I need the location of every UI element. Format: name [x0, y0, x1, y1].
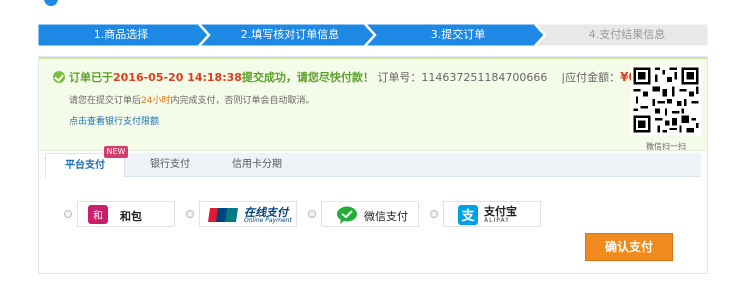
qr-caption: 微信扫一扫	[646, 142, 686, 151]
notice-post: 内完成支付，否则订单会自动取消。	[170, 96, 315, 106]
radio-hebao[interactable]	[64, 210, 72, 218]
radio-alipay[interactable]	[430, 210, 438, 218]
wechat-pay-icon	[337, 206, 357, 224]
hebao-icon: 和	[88, 205, 108, 224]
step-3: 3.提交订单	[430, 28, 486, 41]
step-4: 4.支付结果信息	[588, 28, 666, 41]
amount-label: |应付金额：	[561, 71, 621, 84]
payment-deadline-notice: 请您在提交订单后24小时内完成支付，否则订单会自动取消。	[69, 93, 314, 106]
order-number-label: 订单号：	[377, 71, 422, 84]
payment-tabs: 平台支付 银行支付 信用卡分期	[45, 153, 701, 178]
alipay-icon: 支	[458, 205, 478, 225]
success-prefix: 订单已于	[69, 71, 113, 84]
order-success-message: 订单已于2016-05-20 14:18:38提交成功，请您尽快付款！ 订单号：…	[69, 69, 671, 86]
order-datetime: 2016-05-20 14:18:38	[113, 71, 242, 84]
unionpay-icon	[208, 208, 238, 222]
tab-credit-installment[interactable]: 信用卡分期	[217, 153, 297, 177]
step-1: 1.商品选择	[93, 28, 149, 41]
order-success-banner: 订单已于2016-05-20 14:18:38提交成功，请您尽快付款！ 订单号：…	[39, 57, 707, 151]
logo-fragment	[44, 0, 58, 6]
tab-bank-pay[interactable]: 银行支付	[135, 153, 205, 177]
pay-name-wechat: 微信支付	[364, 210, 408, 223]
confirm-payment-button[interactable]: 确认支付	[585, 233, 673, 261]
pay-name-hebao: 和包	[120, 210, 142, 223]
wechat-qr-code	[631, 65, 701, 135]
check-circle-icon	[53, 71, 65, 83]
pay-option-wechat[interactable]: 微信支付	[321, 201, 419, 227]
notice-hours: 24小时	[141, 96, 171, 106]
checkout-steps: 1.商品选择 2.填写核对订单信息 3.提交订单 4.支付结果信息	[38, 24, 708, 46]
pay-sub-unionpay: Online Payment	[244, 217, 292, 224]
success-suffix: 提交成功，请您尽快付款！	[241, 71, 374, 84]
pay-sub-alipay: ALIPAY	[484, 217, 510, 224]
bank-limit-link[interactable]: 点击查看银行支付限额	[69, 114, 159, 127]
new-badge: NEW	[104, 146, 128, 158]
payment-page: 1.商品选择 2.填写核对订单信息 3.提交订单 4.支付结果信息 订单已于20…	[0, 0, 740, 298]
step-2: 2.填写核对订单信息	[240, 28, 340, 41]
pay-option-hebao[interactable]: 和 和包	[77, 201, 175, 227]
pay-option-alipay[interactable]: 支 支付宝 ALIPAY	[443, 201, 541, 227]
order-number: 114637251184700666	[421, 71, 548, 84]
radio-wechat[interactable]	[308, 210, 316, 218]
pay-option-unionpay[interactable]: 在线支付 Online Payment	[199, 201, 297, 227]
payment-panel: 订单已于2016-05-20 14:18:38提交成功，请您尽快付款！ 订单号：…	[38, 56, 708, 274]
notice-pre: 请您在提交订单后	[69, 96, 142, 106]
svg-text:和: 和	[93, 210, 103, 222]
radio-unionpay[interactable]	[186, 210, 194, 218]
svg-text:支: 支	[460, 208, 475, 224]
